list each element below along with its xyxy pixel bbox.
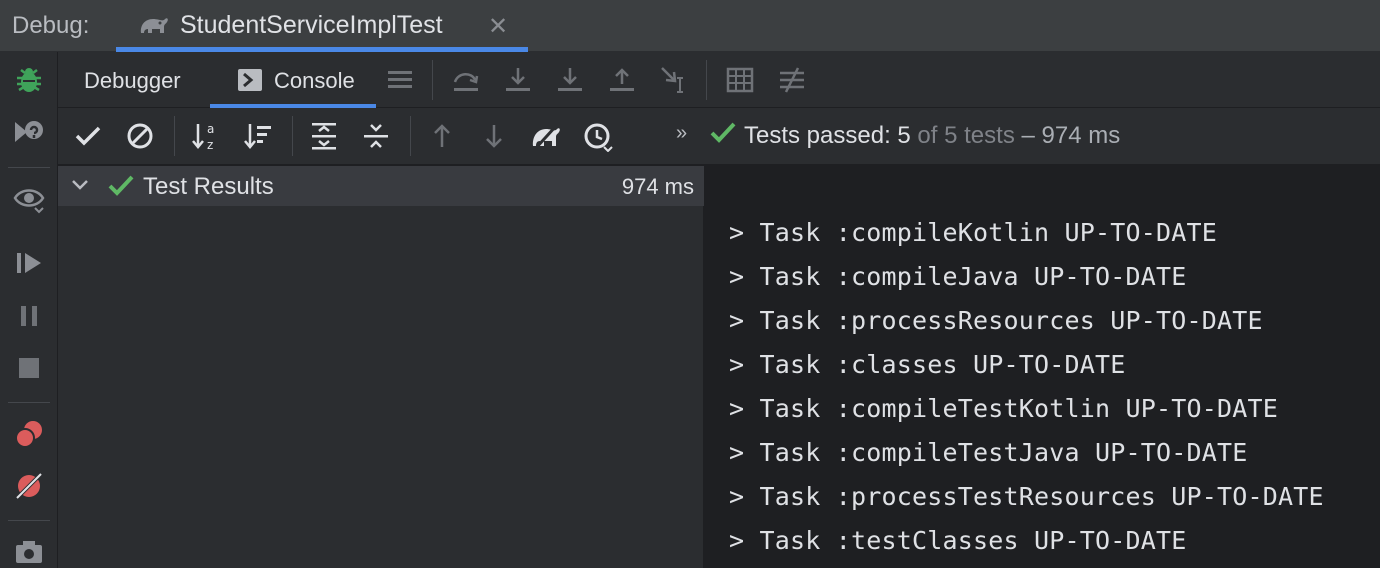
- stop-icon[interactable]: [13, 352, 45, 384]
- test-results-time: 974 ms: [621, 174, 694, 199]
- test-results-label: Test Results: [143, 173, 274, 200]
- more-chevron-icon[interactable]: »: [676, 122, 687, 145]
- view-breakpoints-icon[interactable]: [13, 418, 45, 450]
- tests-passed-text: Tests passed: 5: [744, 122, 911, 149]
- trace-icon[interactable]: [776, 64, 808, 96]
- tests-duration-text: – 974 ms: [1014, 122, 1121, 149]
- show-ignored-icon[interactable]: [124, 120, 156, 152]
- console-line: > Task :processTestResources UP-TO-DATE: [729, 482, 1324, 511]
- console-line: > Task :testClasses UP-TO-DATE: [729, 526, 1187, 555]
- divider: [410, 116, 411, 156]
- debug-label: Debug:: [12, 12, 90, 39]
- divider: [292, 116, 293, 156]
- console-icon: [238, 69, 262, 97]
- bug-icon[interactable]: [13, 64, 45, 96]
- chevron-down-icon[interactable]: [70, 175, 90, 200]
- sort-alphabetically-icon[interactable]: az: [190, 120, 222, 152]
- passed-check-icon: [108, 174, 134, 203]
- divider: [8, 402, 50, 403]
- test-status: Tests passed: 5 of 5 tests – 974 ms: [710, 121, 1120, 152]
- test-tree-panel: Test Results 974 ms: [58, 166, 704, 568]
- menu-icon[interactable]: [384, 64, 416, 96]
- close-tab-icon[interactable]: ✕: [488, 12, 508, 41]
- tab-debugger-label: Debugger: [84, 68, 181, 93]
- resume-icon[interactable]: [13, 247, 45, 279]
- show-passed-icon[interactable]: [72, 120, 104, 152]
- force-step-into-icon[interactable]: [554, 64, 586, 96]
- watch-icon[interactable]: [13, 182, 45, 214]
- test-history-icon[interactable]: [582, 120, 614, 153]
- step-into-icon[interactable]: [502, 64, 534, 96]
- test-results-row[interactable]: Test Results 974 ms: [58, 166, 704, 206]
- debugger-tabs-toolbar: Debugger Console: [58, 52, 1380, 108]
- run-to-cursor-icon[interactable]: [658, 64, 690, 96]
- next-failed-icon[interactable]: [478, 120, 510, 152]
- console-line: > Task :classes UP-TO-DATE: [729, 350, 1126, 379]
- rerun-with-breakpoint-icon[interactable]: [13, 116, 45, 148]
- debug-tool-window-header: Debug: StudentServiceImplTest ✕: [0, 0, 1380, 52]
- divider: [8, 520, 50, 521]
- divider: [8, 167, 50, 168]
- svg-text:z: z: [207, 138, 213, 152]
- divider: [174, 116, 175, 156]
- console-line: > Task :compileJava UP-TO-DATE: [729, 262, 1187, 291]
- console-output[interactable]: > Task :compileKotlin UP-TO-DATE > Task …: [705, 166, 1380, 568]
- run-config-tab-title: StudentServiceImplTest: [180, 11, 443, 39]
- collapse-all-icon[interactable]: [360, 120, 392, 152]
- step-over-icon[interactable]: [450, 64, 482, 96]
- console-line: > Task :processResources UP-TO-DATE: [729, 306, 1263, 335]
- run-config-tab[interactable]: StudentServiceImplTest ✕: [116, 0, 528, 52]
- camera-icon[interactable]: [13, 536, 45, 568]
- console-line: > Task :compileTestJava UP-TO-DATE: [729, 438, 1248, 467]
- tab-console[interactable]: Console: [210, 52, 376, 108]
- mute-breakpoints-icon[interactable]: [13, 470, 45, 502]
- tests-total-text: of 5 tests: [910, 122, 1015, 149]
- tab-debugger[interactable]: Debugger: [68, 52, 208, 108]
- test-runner-toolbar: az » Tests passed: 5 of 5 tests – 974 ms: [58, 108, 1380, 165]
- console-line: > Task :compileKotlin UP-TO-DATE: [729, 218, 1218, 247]
- svg-text:a: a: [207, 122, 214, 136]
- divider: [432, 60, 433, 100]
- console-line: > Task :compileTestKotlin UP-TO-DATE: [729, 394, 1279, 423]
- evaluate-expression-icon[interactable]: [724, 64, 756, 96]
- previous-failed-icon[interactable]: [426, 120, 458, 152]
- passed-check-icon: [710, 121, 736, 152]
- debug-left-toolbar: [0, 52, 58, 568]
- gradle-icon[interactable]: [530, 120, 562, 152]
- step-out-icon[interactable]: [606, 64, 638, 96]
- divider: [706, 60, 707, 100]
- expand-all-icon[interactable]: [308, 120, 340, 152]
- gradle-elephant-icon: [138, 13, 170, 42]
- tab-console-label: Console: [274, 68, 355, 93]
- sort-by-duration-icon[interactable]: [242, 120, 274, 152]
- pause-icon[interactable]: [13, 300, 45, 332]
